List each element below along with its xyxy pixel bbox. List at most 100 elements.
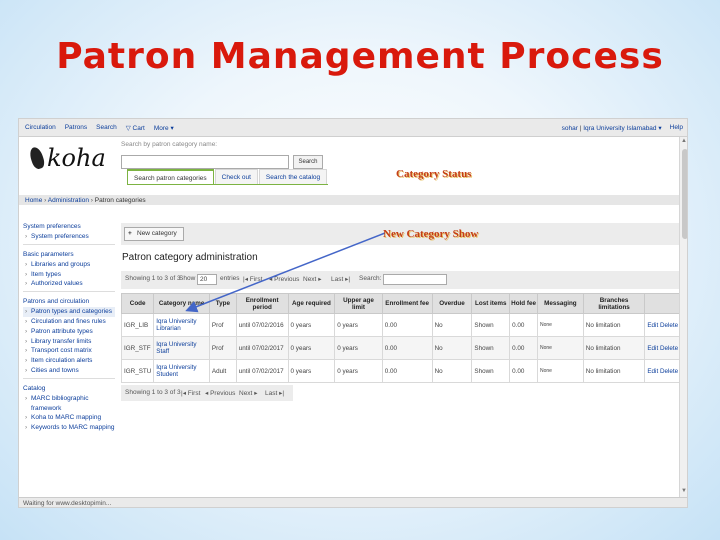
per-page-select[interactable]: 20 <box>197 274 217 285</box>
edit-link[interactable]: Edit <box>647 322 658 329</box>
caret-down-icon: ▾ <box>170 125 174 132</box>
cell-branches-limitations: No limitation <box>582 336 646 360</box>
tab-search-catalog[interactable]: Search the catalog <box>258 169 328 184</box>
next-icon: ▸ <box>254 390 258 397</box>
first-icon: |◂ <box>181 390 186 397</box>
search-input[interactable] <box>121 155 289 169</box>
sidebar-item[interactable]: Item circulation alerts <box>23 356 115 366</box>
cart-icon: ▽ <box>125 125 133 132</box>
col-lost-items[interactable]: Lost items <box>471 293 511 314</box>
sidebar-item[interactable]: Patron attribute types <box>23 327 115 337</box>
breadcrumb-administration[interactable]: Administration <box>48 197 89 204</box>
breadcrumb-home[interactable]: Home <box>25 197 42 204</box>
sidebar-heading: Basic parameters <box>23 250 74 258</box>
annotation-category-status: Category Status <box>396 168 472 180</box>
sidebar-item[interactable]: Cities and towns <box>23 366 115 376</box>
col-overdue[interactable]: Overdue <box>431 293 473 314</box>
first-page-button[interactable]: |◂ First <box>181 389 200 397</box>
cell-category-name[interactable]: Iqra University Student <box>153 359 210 383</box>
nav-more[interactable]: More ▾ <box>154 124 174 132</box>
col-enrollment-fee[interactable]: Enrollment fee <box>381 293 433 314</box>
cell-overdue: No <box>431 313 473 337</box>
previous-label: Previous <box>210 390 236 397</box>
sidebar-item-patron-types[interactable]: Patron types and categories <box>23 307 115 317</box>
previous-icon: ◂ <box>269 276 273 283</box>
sidebar-item[interactable]: Circulation and fines rules <box>23 317 115 327</box>
scrollbar-thumb[interactable] <box>682 149 687 239</box>
sidebar-heading: Patrons and circulation <box>23 298 90 306</box>
category-name-link[interactable]: Iqra University Staff <box>156 341 196 355</box>
last-label: Last <box>265 390 278 397</box>
last-label: Last <box>331 276 344 283</box>
cell-hold-fee: 0.00 <box>509 313 538 337</box>
nav-cart[interactable]: ▽ Cart <box>126 124 145 132</box>
koha-logo[interactable]: koha <box>27 143 121 173</box>
category-name-link[interactable]: Iqra University Librarian <box>156 318 196 332</box>
first-label: First <box>249 276 263 283</box>
sidebar-item[interactable]: MARC bibliographic framework <box>23 394 115 414</box>
user-menu: sohar | Iqra University Islamabad ▾ Help <box>562 124 683 132</box>
col-hold-fee[interactable]: Hold fee <box>509 293 538 314</box>
first-page-button[interactable]: |◂ First <box>243 275 262 283</box>
scroll-down-icon[interactable]: ▼ <box>681 488 687 494</box>
table-search-label: Search: <box>359 275 382 282</box>
search-button[interactable]: Search <box>293 155 323 169</box>
col-type[interactable]: Type <box>208 293 237 314</box>
last-page-button[interactable]: Last ▸| <box>331 275 350 283</box>
previous-page-button[interactable]: ◂ Previous <box>205 389 235 397</box>
cell-hold-fee: 0.00 <box>509 336 538 360</box>
previous-icon: ◂ <box>205 390 209 397</box>
col-age-required[interactable]: Age required <box>287 293 336 314</box>
col-code[interactable]: Code <box>120 293 155 314</box>
vertical-scrollbar[interactable]: ▲ ▼ <box>679 137 687 497</box>
cell-enrollment-period: until 07/02/2017 <box>235 336 289 360</box>
col-messaging[interactable]: Messaging <box>536 293 584 314</box>
nav-search[interactable]: Search <box>96 124 117 132</box>
cell-category-name[interactable]: Iqra University Librarian <box>153 313 210 337</box>
plus-icon: + <box>128 230 132 237</box>
search-label: Search by patron category name: <box>121 141 218 148</box>
table-search-input[interactable] <box>383 274 447 285</box>
sidebar-item[interactable]: Transport cost matrix <box>23 346 115 356</box>
cell-enrollment-fee: 0.00 <box>381 313 433 337</box>
cell-lost-items: Shown <box>471 359 511 383</box>
nav-circulation[interactable]: Circulation <box>25 124 56 132</box>
next-page-button[interactable]: Next ▸ <box>239 389 257 397</box>
annotation-new-category-show: New Category Show <box>383 228 479 240</box>
cell-branches-limitations: No limitation <box>582 313 646 337</box>
delete-link[interactable]: Delete <box>660 368 678 375</box>
col-upper-age-limit[interactable]: Upper age limit <box>334 293 383 314</box>
previous-label: Previous <box>274 276 300 283</box>
tab-check-out[interactable]: Check out <box>214 169 258 184</box>
previous-page-button[interactable]: ◂ Previous <box>269 275 299 283</box>
delete-link[interactable]: Delete <box>660 345 678 352</box>
logged-in-user[interactable]: sohar | Iqra University Islamabad ▾ <box>562 124 662 132</box>
sidebar-item[interactable]: Libraries and groups <box>23 260 115 270</box>
sidebar-item[interactable]: Keywords to MARC mapping <box>23 423 115 433</box>
delete-link[interactable]: Delete <box>660 322 678 329</box>
category-name-link[interactable]: Iqra University Student <box>156 364 196 378</box>
edit-link[interactable]: Edit <box>647 345 658 352</box>
edit-link[interactable]: Edit <box>647 368 658 375</box>
search-tabs: Search patron categories Check out Searc… <box>127 169 329 185</box>
new-category-label: New category <box>137 230 177 237</box>
col-enrollment-period[interactable]: Enrollment period <box>235 293 289 314</box>
next-page-button[interactable]: Next ▸ <box>303 275 321 283</box>
user-separator: | <box>579 125 582 132</box>
col-branches-limitations[interactable]: Branches limitations <box>582 293 646 314</box>
tab-search-patron-categories[interactable]: Search patron categories <box>127 169 214 184</box>
sidebar-item[interactable]: Library transfer limits <box>23 337 115 347</box>
sidebar-item[interactable]: Authorized values <box>23 279 115 289</box>
sidebar-item[interactable]: Koha to MARC mapping <box>23 413 115 423</box>
sidebar-item[interactable]: System preferences <box>23 232 115 242</box>
nav-patrons[interactable]: Patrons <box>65 124 87 132</box>
scroll-up-icon[interactable]: ▲ <box>681 138 687 144</box>
cell-messaging: None <box>536 359 584 383</box>
help-link[interactable]: Help <box>670 124 683 132</box>
library-name: Iqra University Islamabad <box>583 125 657 132</box>
last-page-button[interactable]: Last ▸| <box>265 389 284 397</box>
sidebar-item[interactable]: Item types <box>23 270 115 280</box>
col-category-name[interactable]: Category name <box>153 293 210 314</box>
new-category-button[interactable]: + New category <box>124 227 184 241</box>
cell-category-name[interactable]: Iqra University Staff <box>153 336 210 360</box>
